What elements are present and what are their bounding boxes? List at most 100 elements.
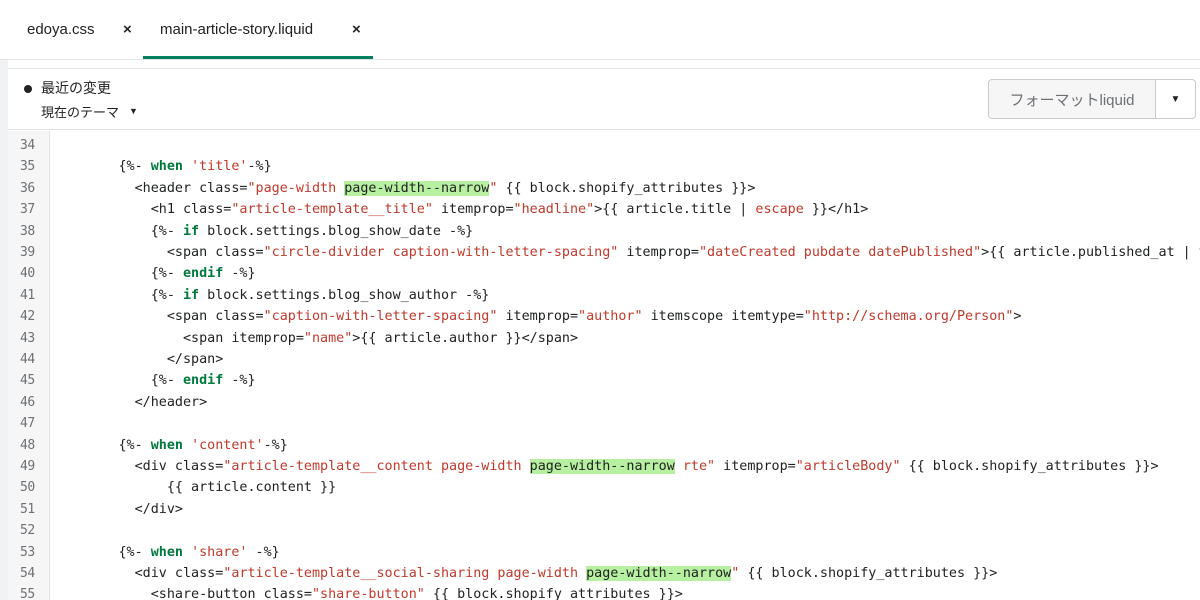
format-liquid-button[interactable]: フォーマットliquid [988, 79, 1156, 119]
code-token: {{ article.content }} [54, 480, 337, 496]
code-token: if [183, 287, 200, 303]
code-token: itemprop= [715, 459, 796, 474]
line-code: <div class= " article-template__content pa… [54, 456, 1159, 477]
code-line[interactable]: 54 <div class="article-template__social-… [8, 563, 1200, 584]
code-token: escape [755, 202, 804, 218]
code-token: {{ block.shopify_attributes }}> [497, 180, 756, 196]
line-number: 49 [20, 459, 35, 474]
code-token: "http://schema.org/Person" [803, 309, 1014, 325]
line-number: 42 [20, 309, 35, 325]
code-line[interactable]: 45 {%- endif -%} [8, 370, 1200, 391]
code-token: <span itemprop= [54, 330, 304, 346]
code-token: </div> [54, 501, 183, 517]
line-number: 47 [20, 416, 35, 432]
code-token: {{ block.shopify_attributes }}> [424, 587, 683, 600]
tab-main-article-story[interactable]: main-article-story.liquid × [160, 0, 361, 59]
theme-selector[interactable]: 現在のテーマ [41, 102, 119, 121]
code-token: 'share' [191, 544, 248, 560]
code-token: "article-template__title" [231, 202, 433, 218]
code-line[interactable]: 39 <span class="circle-divider caption-w… [8, 242, 1200, 263]
code-token: "dateCreated pubdate datePublished" [698, 245, 982, 260]
close-icon[interactable]: × [352, 21, 361, 38]
line-code: <h1 class="article-template__title" item… [54, 199, 869, 220]
code-line[interactable]: 51 </div> [8, 499, 1200, 520]
line-number: 43 [20, 330, 35, 346]
code-line[interactable]: 47 [8, 413, 1200, 434]
code-token: itemprop= [497, 309, 579, 325]
code-token: itemprop= [432, 202, 514, 218]
line-number: 52 [20, 523, 35, 539]
code-token: when [150, 437, 183, 453]
code-token: <span class= [54, 309, 264, 325]
code-line[interactable]: 37 <h1 class="article-template__title" i… [8, 199, 1200, 220]
line-number: 50 [20, 480, 35, 496]
line-number: 36 [20, 180, 35, 196]
highlighted-token: page-width--narrow [344, 180, 490, 196]
code-token: if [183, 223, 200, 239]
line-number: 35 [20, 159, 35, 175]
code-token: <h1 class= [54, 202, 232, 218]
code-line[interactable]: 53 {%- when 'share' -%} [8, 542, 1200, 563]
tab-edoya-css[interactable]: edoya.css × [27, 0, 132, 59]
line-number: 54 [20, 566, 35, 581]
code-token: 'title' [191, 159, 248, 175]
line-code: {%- endif -%} [54, 263, 256, 284]
code-token: >{{ article.title | [594, 202, 756, 218]
code-line[interactable]: 40 {%- endif -%} [8, 263, 1200, 284]
code-token: "articleBody" [795, 459, 901, 474]
line-number: 48 [20, 437, 35, 453]
code-token: <header class= [54, 180, 248, 196]
line-number: 40 [20, 266, 35, 282]
line-number: 46 [20, 394, 35, 410]
code-line[interactable]: 48 {%- when 'content'-%} [8, 435, 1200, 456]
code-token: <div class= [54, 459, 224, 474]
line-number: 39 [20, 245, 35, 260]
code-line[interactable]: 38 {%- if block.settings.blog_show_date … [8, 221, 1200, 242]
code-line[interactable]: 52 [8, 520, 1200, 541]
format-dropdown-button[interactable]: ▼ [1155, 79, 1196, 119]
code-token: }}</h1> [803, 202, 869, 218]
code-token: {%- [54, 544, 151, 560]
code-line[interactable]: 44 </span> [8, 349, 1200, 370]
code-token: endif [183, 373, 224, 389]
code-token: {%- [54, 287, 183, 303]
editor-subheader: 最近の変更 現在のテーマ ▼ フォーマットliquid ▼ [8, 68, 1200, 130]
code-line[interactable]: 42 <span class="caption-with-letter-spac… [8, 306, 1200, 327]
code-line[interactable]: 55 <share-button class="share-button" {{… [8, 584, 1200, 600]
code-line[interactable]: 41 {%- if block.settings.blog_show_autho… [8, 285, 1200, 306]
highlighted-token: page-width--narrow [586, 566, 732, 581]
line-code: {%- if block.settings.blog_show_author -… [54, 285, 490, 306]
code-token: {%- [54, 223, 183, 239]
code-token: {{ block.shopify_attributes }}> [739, 566, 998, 581]
code-line[interactable]: 36 <header class="page-width page-width-… [8, 178, 1200, 199]
line-code: </span> [54, 349, 223, 370]
code-token: itemscope itemtype= [642, 309, 804, 325]
code-token: -%} [223, 373, 256, 389]
code-token: endif [183, 266, 224, 282]
code-token: -%} [247, 544, 280, 560]
recent-changes-label: 最近の変更 [41, 80, 111, 96]
code-line[interactable]: 49 <div class= " article-template__content… [8, 456, 1200, 477]
active-tab-indicator [143, 56, 373, 59]
code-token: block.settings.blog_show_author -%} [199, 287, 490, 303]
line-number: 45 [20, 373, 35, 389]
code-line[interactable]: 34 [8, 135, 1200, 156]
code-line[interactable]: 43 <span itemprop="name">{{ article.auth… [8, 328, 1200, 349]
code-token: " [707, 459, 716, 474]
line-code: <div class="article-template__social-sha… [54, 563, 997, 584]
line-number: 37 [20, 202, 35, 218]
code-editor[interactable]: 34 35 {%- when 'title'-%} 36 <header class… [8, 131, 1200, 600]
line-number: 55 [20, 587, 35, 600]
code-token: </span> [54, 352, 224, 367]
code-token: when [150, 544, 183, 560]
code-token: {%- [54, 373, 183, 389]
close-icon[interactable]: × [123, 21, 132, 38]
chevron-down-icon[interactable]: ▼ [129, 106, 138, 116]
code-token: 'content' [191, 437, 264, 453]
code-line[interactable]: 50 {{ article.content }} [8, 477, 1200, 498]
code-line[interactable]: 35 {%- when 'title'-%} [8, 156, 1200, 177]
status-dot-icon [24, 85, 32, 93]
code-line[interactable]: 46 </header> [8, 392, 1200, 413]
